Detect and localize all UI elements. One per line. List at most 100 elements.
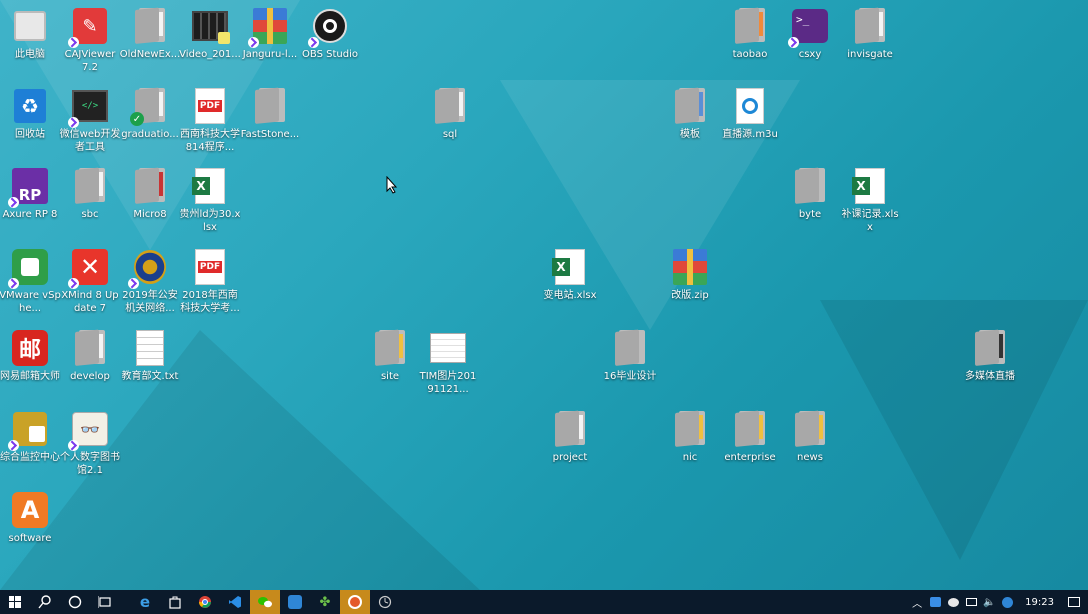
wechat-tray-icon[interactable] <box>947 596 959 608</box>
taskbar-vscode[interactable] <box>220 590 250 614</box>
icon-label: TIM图片20191121... <box>419 371 477 395</box>
monitor-center-icon[interactable]: 综合监控中心 <box>0 405 60 485</box>
icon-label: 变电站.xlsx <box>543 290 597 301</box>
vmware-vsphere-icon[interactable]: VMware vSphe... <box>0 243 61 323</box>
folder-icon[interactable]: develop <box>60 324 120 404</box>
folder-icon[interactable]: Micro8 <box>120 162 180 242</box>
text-file-icon[interactable]: 教育部文.txt <box>120 324 180 404</box>
cajviewer-icon[interactable]: ✎ CAJViewer 7.2 <box>60 2 120 82</box>
tray-app-icon[interactable] <box>929 596 941 608</box>
software-app-icon[interactable]: A software <box>0 486 60 566</box>
taskbar-app-clover[interactable]: ✤ <box>310 590 340 614</box>
task-view-button[interactable] <box>90 590 120 614</box>
taskbar-wechat[interactable] <box>250 590 280 614</box>
cortana-button[interactable] <box>60 590 90 614</box>
icon-label: 个人数字图书馆2.1 <box>60 452 120 476</box>
icon-label: XMind 8 Update 7 <box>61 290 119 314</box>
pdf-file-icon[interactable]: PDF 西南科技大学 814程序... <box>180 82 240 162</box>
taskbar-app-active[interactable] <box>340 590 370 614</box>
taskbar-edge[interactable]: e <box>130 590 160 614</box>
excel-file-icon[interactable]: X 补课记录.xlsx <box>840 162 900 242</box>
taskbar-app-blue[interactable] <box>280 590 310 614</box>
terminal-shortcut-icon[interactable]: >_ csxy <box>780 2 840 82</box>
taskbar-clock[interactable]: 19:23 <box>1019 597 1060 608</box>
clover-icon: ✤ <box>319 594 331 610</box>
icon-label: 模板 <box>680 129 700 140</box>
folder-icon[interactable]: 16毕业设计 <box>600 324 660 404</box>
show-hidden-icons-chevron-icon[interactable]: ︿ <box>911 596 923 610</box>
taskbar-store[interactable] <box>160 590 190 614</box>
police-emblem-icon[interactable]: 2019年公安机关网络... <box>120 243 180 323</box>
recycle-bin-icon[interactable]: ♻ 回收站 <box>0 82 60 162</box>
icon-label: 直播源.m3u <box>722 129 778 140</box>
chrome-icon <box>199 596 211 608</box>
icon-label: 网易邮箱大师 <box>0 371 60 382</box>
icon-label: 贵州ld为30.xlsx <box>179 209 241 233</box>
system-tray: ︿ 🔈 19:23 <box>911 590 1088 614</box>
icon-label: sbc <box>81 209 99 220</box>
icon-label: Video_201... <box>179 49 241 60</box>
pdf-file-icon[interactable]: PDF 2018年西南科技大学考... <box>180 243 240 323</box>
folder-icon[interactable]: ✓ graduatio... <box>120 82 180 162</box>
folder-icon[interactable]: 模板 <box>660 82 720 162</box>
icon-label: news <box>797 452 823 463</box>
icon-label: 综合监控中心 <box>0 452 60 463</box>
folder-icon[interactable]: project <box>540 405 600 485</box>
action-center-icon[interactable] <box>1066 596 1082 608</box>
icon-label: 16毕业设计 <box>603 371 657 382</box>
icon-label: VMware vSphe... <box>0 290 61 314</box>
xmind-icon[interactable]: ✕ XMind 8 Update 7 <box>60 243 120 323</box>
sync-check-icon: ✓ <box>130 112 144 126</box>
folder-icon[interactable]: taobao <box>720 2 780 82</box>
folder-icon[interactable]: news <box>780 405 840 485</box>
archive-file-icon[interactable]: 改版.zip <box>660 243 720 323</box>
clock-app-icon <box>378 595 392 609</box>
edge-icon: e <box>139 593 151 611</box>
axure-rp-icon[interactable]: RP Axure RP 8 <box>0 162 60 242</box>
icon-label: invisgate <box>847 49 893 60</box>
taskbar-chrome[interactable] <box>190 590 220 614</box>
taskbar-app-clock[interactable] <box>370 590 400 614</box>
folder-icon[interactable]: FastStone... <box>240 82 300 162</box>
folder-icon[interactable]: byte <box>780 162 840 242</box>
excel-file-icon[interactable]: X 变电站.xlsx <box>540 243 600 323</box>
folder-icon[interactable]: site <box>360 324 420 404</box>
icon-label: 改版.zip <box>671 290 709 301</box>
folder-icon[interactable]: sql <box>420 82 480 162</box>
icon-label: CAJViewer 7.2 <box>64 49 116 73</box>
folder-icon[interactable]: 多媒体直播 <box>960 324 1020 404</box>
cortana-icon <box>68 595 82 609</box>
icon-label: Janguru-l... <box>242 49 298 60</box>
obs-studio-icon[interactable]: OBS Studio <box>300 2 360 82</box>
app-badge-icon <box>348 595 362 609</box>
video-file-icon[interactable]: Video_201... <box>179 2 241 82</box>
folder-icon[interactable]: OldNewEx... <box>120 2 180 82</box>
icon-label: 教育部文.txt <box>121 371 179 382</box>
network-icon[interactable] <box>965 596 977 608</box>
volume-icon[interactable]: 🔈 <box>983 596 995 608</box>
security-shield-icon[interactable] <box>1001 596 1013 608</box>
folder-icon[interactable]: enterprise <box>720 405 780 485</box>
wechat-devtools-icon[interactable]: </> 微信web开发者工具 <box>60 82 120 162</box>
image-file-icon[interactable]: TIM图片20191121... <box>418 324 478 404</box>
netease-mail-icon[interactable]: 邮 网易邮箱大师 <box>0 324 60 404</box>
start-button[interactable] <box>0 590 30 614</box>
icon-label: csxy <box>798 49 822 60</box>
icon-label: taobao <box>732 49 768 60</box>
playlist-file-icon[interactable]: 直播源.m3u <box>720 82 780 162</box>
mouse-cursor-icon <box>386 176 398 194</box>
archive-file-icon[interactable]: Janguru-l... <box>240 2 300 82</box>
search-icon <box>38 595 51 609</box>
this-pc-icon[interactable]: 此电脑 <box>0 2 60 82</box>
folder-icon[interactable]: nic <box>660 405 720 485</box>
store-bag-icon <box>169 596 181 609</box>
icon-label: sql <box>442 129 458 140</box>
search-button[interactable] <box>30 590 60 614</box>
icon-label: FastStone... <box>240 129 300 140</box>
folder-icon[interactable]: invisgate <box>840 2 900 82</box>
icon-label: enterprise <box>724 452 776 463</box>
folder-icon[interactable]: sbc <box>60 162 120 242</box>
icon-label: Micro8 <box>133 209 167 220</box>
excel-file-icon[interactable]: X 贵州ld为30.xlsx <box>180 162 240 242</box>
digital-library-icon[interactable]: 👓 个人数字图书馆2.1 <box>60 405 120 485</box>
